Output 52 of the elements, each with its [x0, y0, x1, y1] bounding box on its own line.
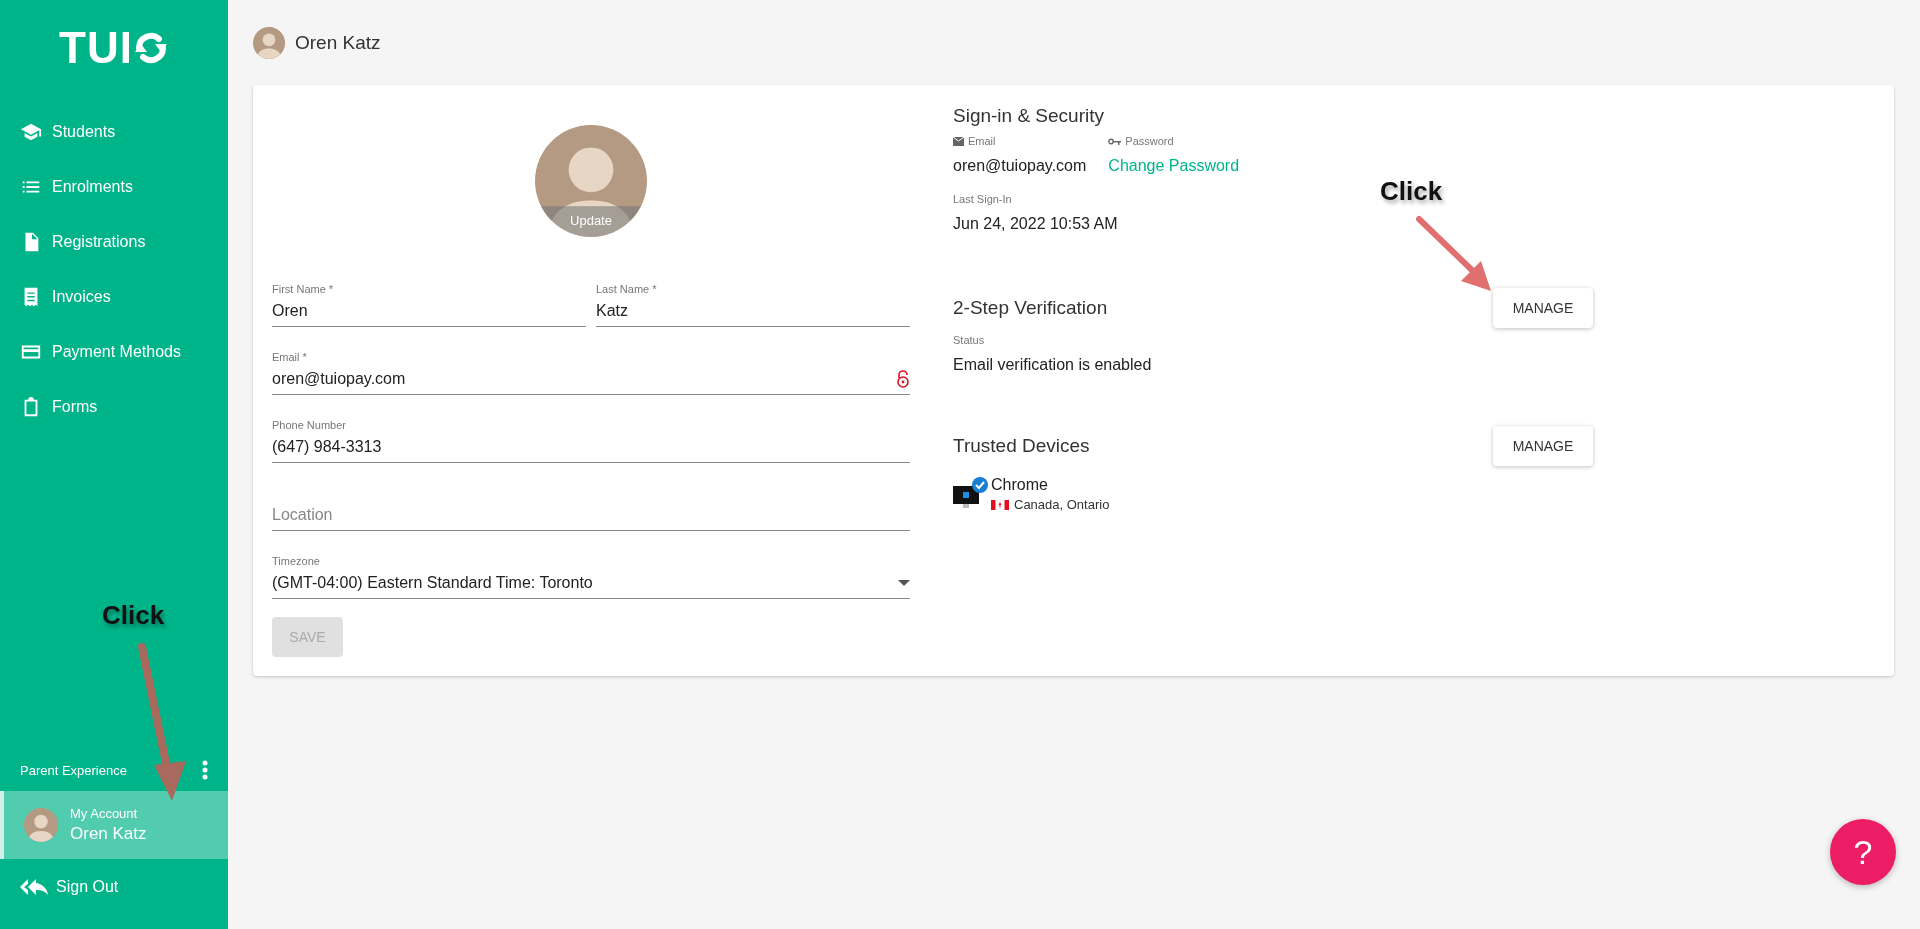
help-button[interactable]: ? [1830, 819, 1896, 885]
logo-text: TUI [59, 26, 133, 70]
section-title: Trusted Devices [953, 435, 1090, 457]
input-field[interactable]: Oren [272, 302, 586, 320]
nav-item[interactable]: Payment Methods [0, 324, 228, 379]
input-field[interactable]: (647) 984-3313 [272, 438, 910, 456]
email-text: oren@tuiopay.com [953, 157, 1087, 175]
change-password-link[interactable]: Change Password [1108, 157, 1240, 175]
account-item[interactable]: My Account Oren Katz [0, 791, 228, 859]
canada-flag-icon [991, 499, 1009, 510]
section-title: 2-Step Verification [953, 297, 1108, 319]
field-label: Last Name * [596, 283, 658, 295]
device-name: Chrome [991, 476, 1049, 494]
nav-item[interactable]: Forms [0, 379, 228, 434]
field-label: Timezone [272, 555, 321, 567]
timezone-select[interactable]: (GMT-04:00) Eastern Standard Time: Toronto [272, 574, 898, 592]
avatar [24, 808, 58, 842]
input-field[interactable]: Location [272, 506, 910, 524]
sign-out-link[interactable]: Sign Out [0, 859, 228, 915]
nav-item[interactable]: Invoices [0, 269, 228, 324]
section-title: Sign-in & Security [953, 105, 1105, 127]
annotation-text: Click [102, 600, 165, 631]
device-location: Canada, Ontario [1014, 497, 1110, 512]
input-field[interactable]: oren@tuiopay.com [272, 370, 896, 388]
dropdown-caret-icon [898, 580, 910, 586]
input-field[interactable]: Katz [596, 302, 910, 320]
computer-verified-icon [953, 476, 989, 510]
field-label: Last Sign-In [953, 193, 1013, 205]
nav-item[interactable]: Enrolments [0, 159, 228, 214]
mail-icon [953, 136, 964, 146]
user-name: Oren Katz [295, 32, 381, 54]
section-label: Parent Experience [20, 762, 127, 778]
account-caption: My Account [70, 806, 139, 821]
field-label: First Name * [272, 283, 335, 295]
status-text: Email verification is enabled [953, 356, 1153, 374]
last-sign-in-text: Jun 24, 2022 10:53 AM [953, 215, 1119, 233]
lock-icon [896, 370, 910, 388]
more-options-icon[interactable] [202, 760, 208, 780]
field-label: Status [953, 334, 986, 346]
key-icon [1108, 137, 1122, 145]
field-label: Phone Number [272, 419, 347, 431]
field-label: Email * [272, 351, 308, 363]
manage-button[interactable]: MANAGE [1493, 288, 1593, 328]
manage-button[interactable]: MANAGE [1493, 426, 1593, 466]
field-label: Password [1125, 135, 1174, 147]
reply-all-arrow-icon [20, 877, 48, 897]
nav-item[interactable]: Students [0, 104, 228, 159]
nav-item[interactable]: Registrations [0, 214, 228, 269]
field-label: Email [968, 135, 996, 147]
account-name: Oren Katz [70, 824, 147, 844]
annotation-text: Click [1380, 176, 1443, 207]
avatar [253, 27, 285, 59]
